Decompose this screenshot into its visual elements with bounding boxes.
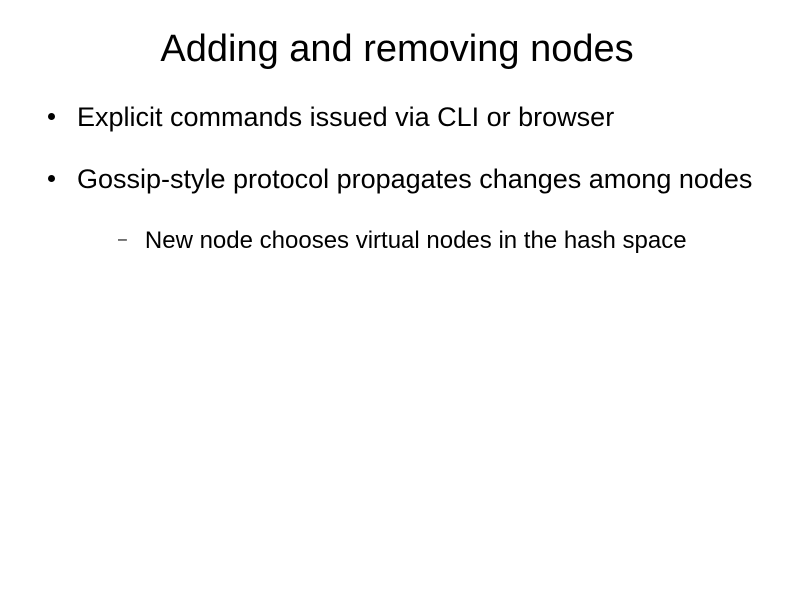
bullet-text: Explicit commands issued via CLI or brow…	[77, 101, 614, 135]
sub-bullet-text: New node chooses virtual nodes in the ha…	[145, 225, 687, 256]
bullet-text: Gossip-style protocol propagates changes…	[77, 163, 752, 197]
dash-marker-icon: –	[118, 231, 127, 249]
sub-bullet-item: – New node chooses virtual nodes in the …	[118, 225, 754, 256]
slide-content: Explicit commands issued via CLI or brow…	[0, 101, 794, 256]
bullet-item: Gossip-style protocol propagates changes…	[48, 163, 754, 197]
bullet-marker-icon	[48, 175, 55, 182]
bullet-marker-icon	[48, 113, 55, 120]
bullet-item: Explicit commands issued via CLI or brow…	[48, 101, 754, 135]
slide-title: Adding and removing nodes	[0, 0, 794, 101]
